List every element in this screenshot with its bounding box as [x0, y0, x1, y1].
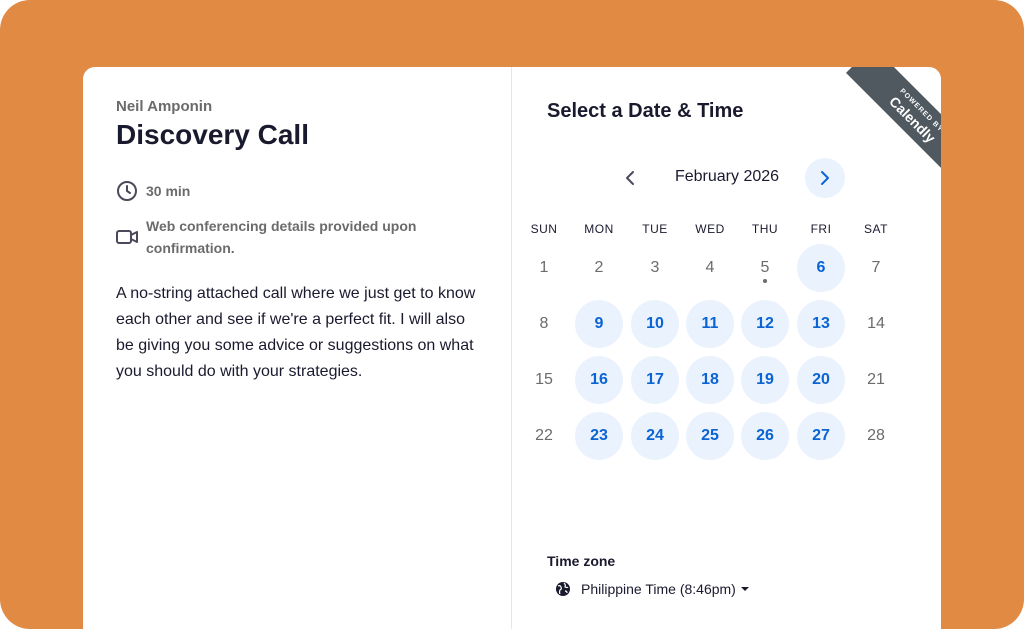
available-date-button[interactable]: 23 — [575, 412, 623, 460]
caret-down-icon — [740, 585, 750, 593]
available-date-button[interactable]: 9 — [575, 300, 623, 348]
month-label: February 2026 — [674, 168, 780, 185]
today-indicator — [763, 279, 767, 283]
weekday-mon: MON — [584, 222, 614, 236]
available-date-button[interactable]: 18 — [686, 356, 734, 404]
weekday-thu: THU — [751, 222, 779, 236]
unavailable-date: 22 — [535, 427, 553, 444]
unavailable-date: 28 — [867, 427, 885, 444]
powered-by-badge[interactable]: POWERED BY Calendly — [831, 67, 941, 177]
scheduling-card: Neil Amponin Discovery Call 30 min Web c… — [83, 67, 941, 629]
unavailable-date: 2 — [594, 259, 604, 276]
duration-row: 30 min — [116, 180, 190, 202]
conferencing-text: Web conferencing details provided upon c… — [146, 218, 417, 256]
available-date-button[interactable]: 27 — [797, 412, 845, 460]
unavailable-date: 14 — [867, 315, 885, 332]
clock-icon — [116, 180, 138, 202]
available-date-button[interactable]: 20 — [797, 356, 845, 404]
previous-month-button[interactable] — [610, 158, 650, 198]
unavailable-date: 4 — [705, 259, 715, 276]
organizer-name: Neil Amponin — [116, 98, 213, 115]
weekday-wed: WED — [695, 222, 725, 236]
available-date-button[interactable]: 16 — [575, 356, 623, 404]
video-camera-icon — [116, 226, 138, 248]
globe-icon — [556, 582, 570, 596]
available-date-button[interactable]: 6 — [797, 244, 845, 292]
available-date-button[interactable]: 11 — [686, 300, 734, 348]
available-date-button[interactable]: 13 — [797, 300, 845, 348]
available-date-button[interactable]: 19 — [741, 356, 789, 404]
event-details-panel: Neil Amponin Discovery Call 30 min Web c… — [83, 67, 512, 629]
event-title: Discovery Call — [116, 119, 309, 150]
available-date-button[interactable]: 26 — [741, 412, 789, 460]
chevron-right-icon — [821, 171, 829, 185]
weekday-sat: SAT — [864, 222, 888, 236]
unavailable-date: 8 — [539, 315, 549, 332]
weekday-fri: FRI — [810, 222, 832, 236]
unavailable-date: 7 — [871, 259, 881, 276]
unavailable-date: 3 — [650, 259, 660, 276]
timezone-value: Philippine Time (8:46pm) — [581, 581, 736, 597]
available-date-button[interactable]: 12 — [741, 300, 789, 348]
unavailable-date: 1 — [539, 259, 549, 276]
available-date-button[interactable]: 25 — [686, 412, 734, 460]
available-date-button[interactable]: 24 — [631, 412, 679, 460]
unavailable-date: 21 — [867, 371, 885, 388]
select-date-heading: Select a Date & Time — [547, 100, 744, 122]
weekday-sun: SUN — [530, 222, 558, 236]
unavailable-date: 15 — [535, 371, 553, 388]
event-description: A no-string attached call where we just … — [116, 285, 476, 380]
unavailable-date: 5 — [760, 259, 770, 276]
duration-text: 30 min — [146, 183, 191, 199]
timezone-label: Time zone — [547, 553, 616, 569]
chevron-left-icon — [626, 171, 634, 185]
available-date-button[interactable]: 10 — [631, 300, 679, 348]
conferencing-row: Web conferencing details provided upon c… — [116, 215, 446, 259]
available-date-button[interactable]: 17 — [631, 356, 679, 404]
calendly-ribbon[interactable]: POWERED BY Calendly — [845, 67, 941, 177]
timezone-select[interactable]: Philippine Time (8:46pm) — [555, 577, 750, 601]
weekday-tue: TUE — [642, 222, 668, 236]
